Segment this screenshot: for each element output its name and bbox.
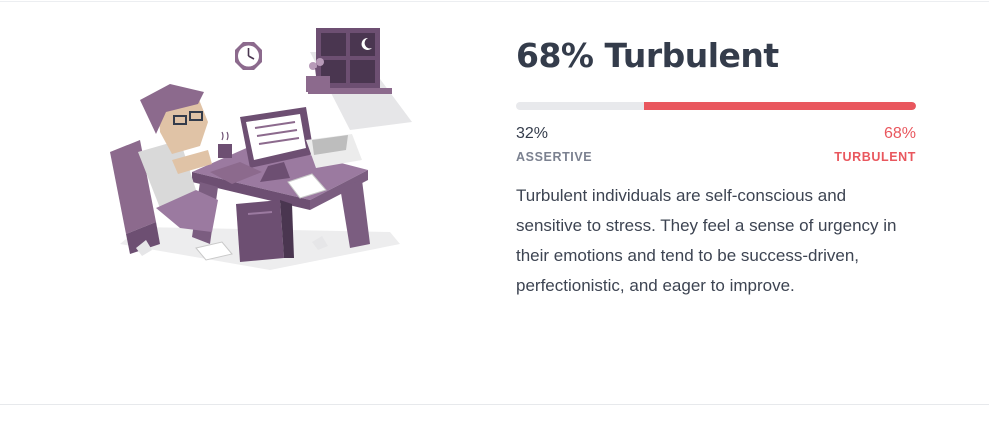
trait-title: 68% Turbulent [516, 36, 779, 75]
top-divider [0, 1, 989, 2]
meter-labels: 32% ASSERTIVE 68% TURBULENT [516, 124, 916, 164]
trait-description: Turbulent individuals are self-conscious… [516, 186, 897, 295]
turbulent-percent: 68% [883, 125, 916, 142]
assertive-percent: 32% [516, 125, 549, 142]
clock-icon [235, 42, 262, 70]
bottom-divider [0, 404, 989, 405]
trait-meter [516, 102, 916, 110]
assertive-label: ASSERTIVE [516, 150, 593, 164]
personality-trait-section: 68% Turbulent 32% ASSERTIVE 68% TURBULEN… [0, 0, 989, 431]
mug-icon [218, 131, 232, 158]
printer-icon [306, 134, 362, 168]
turbulent-side: 68% TURBULENT [834, 124, 916, 165]
assertive-side: 32% ASSERTIVE [516, 124, 592, 165]
computer-tower-icon [236, 200, 294, 262]
turbulent-meter-fill [644, 102, 916, 110]
turbulent-label: TURBULENT [834, 150, 916, 164]
trait-content: 68% Turbulent 32% ASSERTIVE 68% TURBULEN… [516, 34, 916, 301]
stressed-worker-illustration [110, 28, 412, 270]
